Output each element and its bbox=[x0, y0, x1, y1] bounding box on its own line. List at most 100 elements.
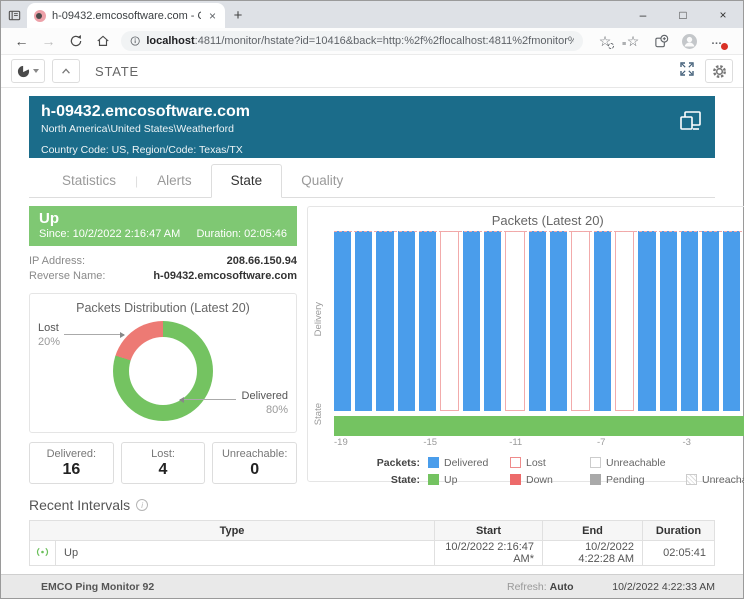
legend-up: Up bbox=[428, 474, 510, 486]
packet-bar-delivered bbox=[529, 231, 546, 411]
refresh-button[interactable] bbox=[63, 30, 88, 52]
reverse-name-label: Reverse Name: bbox=[29, 270, 105, 282]
browser-action-icons: ☆ ≡☆ … bbox=[595, 31, 727, 51]
lost-swatch bbox=[510, 457, 521, 468]
tab-actions-menu-button[interactable] bbox=[1, 2, 27, 28]
pie-chart-icon bbox=[17, 65, 30, 78]
back-button[interactable]: ← bbox=[9, 30, 34, 52]
packet-bar-delivered bbox=[484, 231, 501, 411]
status-duration: Duration: 02:05:46 bbox=[196, 228, 287, 240]
x-tick: -7 bbox=[597, 437, 605, 448]
x-tick: -3 bbox=[682, 437, 690, 448]
tab-actions-icon bbox=[7, 8, 22, 23]
recent-intervals-title: Recent Intervals bbox=[29, 497, 130, 513]
state-panel: Up Since: 10/2/2022 2:16:47 AM Duration:… bbox=[29, 206, 715, 484]
packet-bar-delivered bbox=[594, 231, 611, 411]
unreachable-card-value: 0 bbox=[213, 461, 296, 479]
packet-bar-delivered bbox=[550, 231, 567, 411]
x-tick: -11 bbox=[509, 437, 522, 448]
info-icon[interactable]: i bbox=[136, 499, 148, 511]
expand-arrows-icon bbox=[679, 61, 695, 77]
lost-card-value: 4 bbox=[122, 461, 205, 479]
collections-icon[interactable] bbox=[651, 31, 671, 51]
lost-arrow-icon bbox=[120, 332, 125, 338]
column-end[interactable]: End bbox=[543, 521, 643, 541]
column-type[interactable]: Type bbox=[30, 521, 435, 541]
lost-callout-line bbox=[64, 334, 124, 335]
tab-quality[interactable]: Quality bbox=[282, 165, 362, 197]
column-start[interactable]: Start bbox=[435, 521, 543, 541]
host-country-details: Country Code: US, Region/Code: Texas/TX bbox=[41, 144, 703, 156]
favorites-bar-icon[interactable]: ≡☆ bbox=[623, 31, 643, 51]
tab-state[interactable]: State bbox=[211, 164, 283, 198]
y-axis-label-delivery: Delivery bbox=[313, 302, 324, 336]
interval-start: 10/2/2022 2:16:47 AM* bbox=[435, 541, 543, 566]
url-bar[interactable]: localhost:4811/monitor/hstate?id=10416&b… bbox=[121, 31, 583, 51]
current-timestamp: 10/2/2022 4:22:33 AM bbox=[612, 581, 715, 593]
monitor-icon bbox=[677, 110, 703, 139]
browser-tab-strip: h-09432.emcosoftware.com - Q… × + – □ × bbox=[1, 1, 743, 28]
interval-icon-cell bbox=[30, 541, 56, 566]
browser-tab[interactable]: h-09432.emcosoftware.com - Q… × bbox=[27, 3, 225, 28]
view-selector-button[interactable] bbox=[11, 59, 45, 83]
ip-address-value: 208.66.150.94 bbox=[227, 255, 297, 267]
minimize-button[interactable]: – bbox=[623, 1, 663, 28]
refresh-setting[interactable]: Refresh: Auto bbox=[507, 581, 574, 593]
packets-chart-card: Packets (Latest 20) Delivery State -19 -… bbox=[307, 206, 744, 482]
packet-bar-delivered bbox=[334, 231, 351, 411]
packet-bar-delivered bbox=[660, 231, 677, 411]
more-menu-button[interactable]: … bbox=[707, 31, 727, 51]
star-lines-icon: ≡ bbox=[622, 41, 626, 48]
delivered-callout-line bbox=[180, 399, 236, 400]
ip-address-row: IP Address: 208.66.150.94 bbox=[29, 253, 297, 268]
app-name: EMCO Ping Monitor 92 bbox=[41, 581, 154, 593]
status-bar: EMCO Ping Monitor 92 Refresh: Auto 10/2/… bbox=[1, 574, 743, 598]
up-swatch bbox=[428, 474, 439, 485]
packet-bar-delivered bbox=[681, 231, 698, 411]
intervals-table: Type Start End Duration Up bbox=[29, 520, 715, 566]
browser-navbar: ← → localhost:4811/monitor/hstate?id=104… bbox=[1, 28, 743, 55]
favorite-star-icon[interactable]: ☆ bbox=[595, 31, 615, 51]
reverse-name-row: Reverse Name: h-09432.emcosoftware.com bbox=[29, 268, 297, 283]
interval-end: 10/2/2022 4:22:28 AM bbox=[543, 541, 643, 566]
interval-row[interactable]: Up 10/2/2022 2:16:47 AM* 10/2/2022 4:22:… bbox=[30, 541, 715, 566]
new-tab-button[interactable]: + bbox=[225, 3, 251, 28]
url-host: localhost bbox=[146, 35, 194, 47]
delivered-card: Delivered: 16 bbox=[29, 442, 114, 484]
packet-bar-delivered bbox=[723, 231, 740, 411]
status-since: Since: 10/2/2022 2:16:47 AM bbox=[39, 228, 180, 240]
interval-type: Up bbox=[56, 541, 435, 566]
x-tick: -19 bbox=[334, 437, 348, 448]
lost-callout: Lost 20% bbox=[38, 322, 60, 350]
settings-button[interactable] bbox=[705, 59, 733, 83]
legend-lost: Lost bbox=[510, 457, 590, 469]
x-tick: -15 bbox=[423, 437, 437, 448]
lost-card-label: Lost: bbox=[122, 448, 205, 460]
packet-bar-lost bbox=[440, 231, 459, 411]
page-info-icon[interactable] bbox=[130, 35, 140, 47]
collapse-button[interactable] bbox=[52, 59, 80, 83]
packet-bar-delivered bbox=[419, 231, 436, 411]
close-button[interactable]: × bbox=[703, 1, 743, 28]
caret-down-icon bbox=[33, 69, 39, 73]
state-strip-up bbox=[334, 416, 744, 436]
packets-donut bbox=[113, 321, 213, 421]
forward-button[interactable]: → bbox=[36, 30, 61, 52]
tab-title: h-09432.emcosoftware.com - Q… bbox=[52, 10, 201, 22]
maximize-button[interactable]: □ bbox=[663, 1, 703, 28]
home-button[interactable] bbox=[90, 30, 115, 52]
tab-statistics[interactable]: Statistics bbox=[43, 165, 135, 197]
unreachable-packets-swatch bbox=[590, 457, 601, 468]
fullscreen-button[interactable] bbox=[679, 61, 695, 82]
profile-avatar[interactable] bbox=[679, 31, 699, 51]
legend-packets-row: Packets: Delivered Lost Unreachable bbox=[370, 454, 744, 471]
packet-bar-lost bbox=[615, 231, 634, 411]
legend-delivered: Delivered bbox=[428, 457, 510, 469]
toolbar-page-title: STATE bbox=[95, 64, 139, 79]
tab-close-icon[interactable]: × bbox=[207, 9, 218, 23]
window-controls: – □ × bbox=[623, 1, 743, 28]
column-duration[interactable]: Duration bbox=[643, 521, 715, 541]
home-icon bbox=[96, 34, 110, 48]
tab-alerts[interactable]: Alerts bbox=[138, 165, 211, 197]
left-column: Up Since: 10/2/2022 2:16:47 AM Duration:… bbox=[29, 206, 297, 484]
